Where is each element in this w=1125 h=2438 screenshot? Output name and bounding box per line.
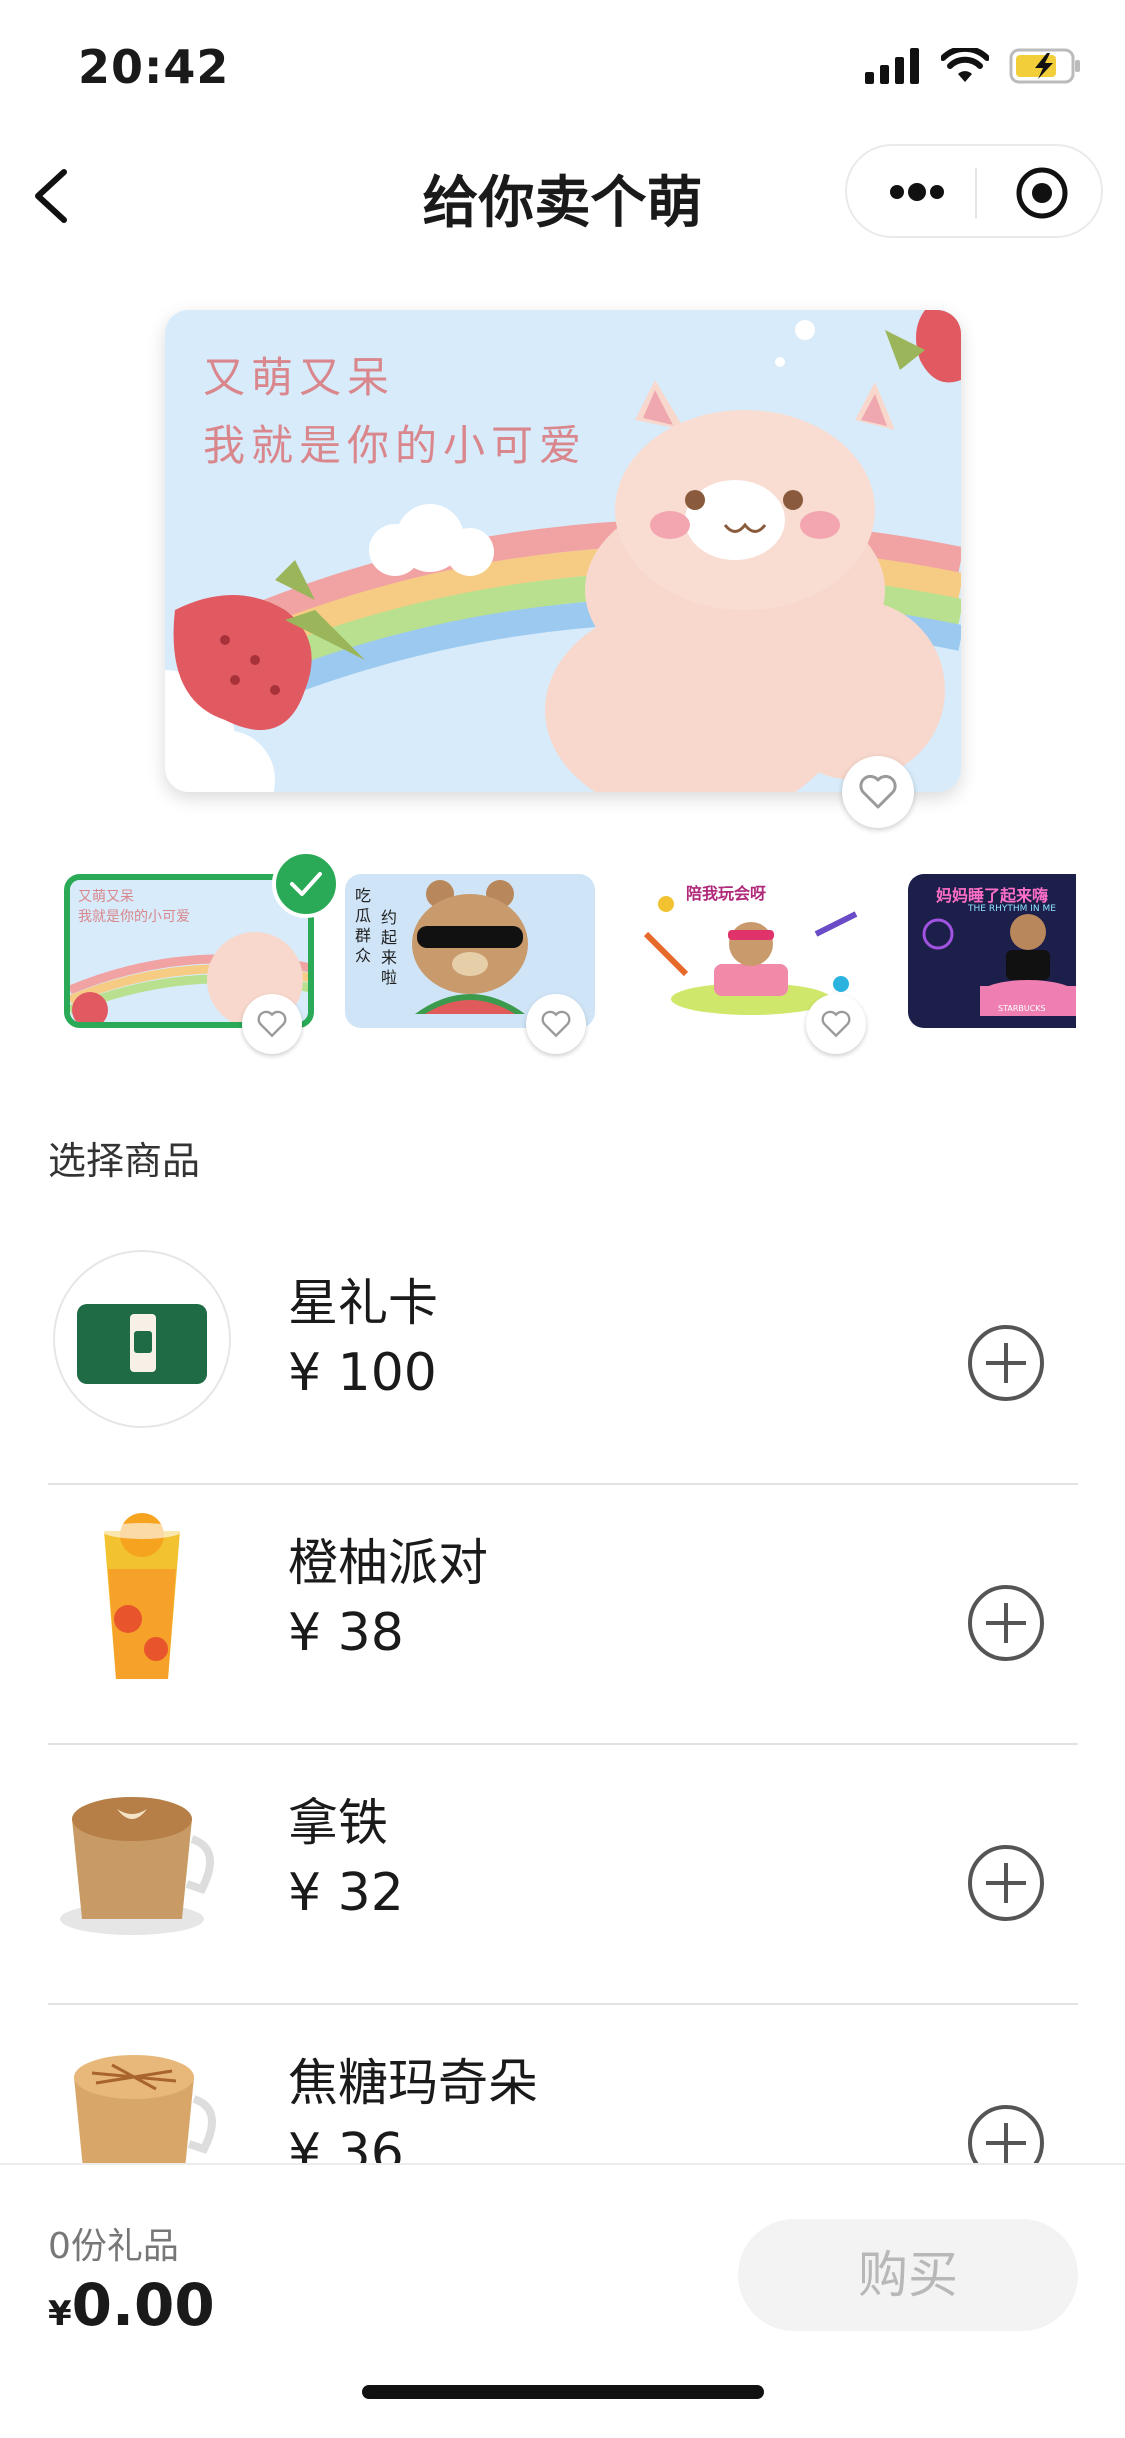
currency-symbol: ¥ (48, 2294, 72, 2334)
product-name: 星礼卡 (288, 1274, 438, 1332)
battery-icon (1009, 48, 1080, 84)
nav-bar: 给你卖个萌 (0, 140, 1125, 250)
card-thumb-1-line1: 又萌又呆 (78, 889, 134, 905)
mini-program-capsule (845, 144, 1103, 238)
card-thumb-4-sub: THE RHYTHM IN ME (968, 904, 1056, 914)
total-amount: 0.00 (71, 2271, 215, 2339)
hero-text-line2: 我就是你的小可爱 (203, 421, 588, 470)
product-price: ¥ 38 (288, 1603, 404, 1663)
card-thumb-2-col2: 约起来啦 (381, 908, 398, 987)
product-row[interactable]: 星礼卡 ¥ 100 (48, 1225, 1078, 1485)
product-price: ¥ 100 (288, 1343, 437, 1403)
checkmark-icon (290, 872, 322, 896)
product-name: 焦糖玛奇朵 (288, 2054, 538, 2112)
add-circle-icon[interactable] (966, 1843, 1046, 1923)
capsule-divider (975, 168, 977, 218)
signal-icon (865, 48, 919, 84)
add-circle-icon[interactable] (966, 1583, 1046, 1663)
product-image-gift-card (52, 1249, 232, 1429)
buy-button[interactable]: 购买 (738, 2219, 1078, 2331)
product-row[interactable]: 拿铁 ¥ 32 (48, 1745, 1078, 2005)
close-target-icon[interactable] (1015, 166, 1069, 220)
status-time: 20:42 (78, 40, 230, 94)
card-thumb-3-caption: 陪我玩会呀 (686, 884, 767, 903)
product-name: 橙柚派对 (288, 1534, 488, 1592)
hero-favorite-button[interactable] (842, 756, 914, 828)
product-image-latte (52, 1769, 232, 1949)
product-price: ¥ 32 (288, 1863, 404, 1923)
checkout-bar: 0份礼品 ¥0.00 购买 (0, 2163, 1125, 2438)
section-title: 选择商品 (48, 1139, 201, 1183)
card-thumb-4[interactable]: 妈妈睡了起来嗨 THE RHYTHM IN ME STARBUCKS (908, 874, 1076, 1028)
product-row[interactable]: 橙柚派对 ¥ 38 (48, 1485, 1078, 1745)
status-bar: 20:42 (0, 0, 1125, 135)
status-icons (865, 48, 1083, 84)
heart-icon (821, 1010, 851, 1038)
total-price: ¥0.00 (48, 2271, 215, 2339)
wifi-icon (941, 48, 989, 82)
card-thumb-4-caption: 妈妈睡了起来嗨 (936, 886, 1049, 905)
card-thumb-1-line2: 我就是你的小可爱 (78, 909, 190, 925)
product-name: 拿铁 (288, 1794, 388, 1852)
add-circle-icon[interactable] (966, 1323, 1046, 1403)
selected-check-badge (272, 850, 340, 918)
heart-icon (541, 1010, 571, 1038)
card-thumb-4-brand: STARBUCKS (998, 1004, 1046, 1013)
product-image-citrus-party (52, 1509, 232, 1689)
card-thumb-2-col1: 吃瓜群众 (355, 886, 372, 965)
card-design-selector: 又萌又呆 我就是你的小可爱 吃瓜群众 约起来啦 陪我玩会呀 妈妈睡了起来嗨 TH… (0, 850, 1125, 1054)
home-indicator (362, 2385, 764, 2399)
more-icon[interactable] (887, 168, 947, 216)
card-thumb-3-favorite[interactable] (806, 994, 866, 1054)
heart-icon (859, 774, 897, 809)
hero-text-line1: 又萌又呆 (203, 353, 396, 402)
hero-card: 又萌又呆 我就是你的小可爱 (165, 310, 961, 792)
heart-icon (257, 1010, 287, 1038)
card-thumb-1-favorite[interactable] (242, 994, 302, 1054)
card-thumb-2-favorite[interactable] (526, 994, 586, 1054)
gift-count: 0份礼品 (48, 2226, 179, 2267)
